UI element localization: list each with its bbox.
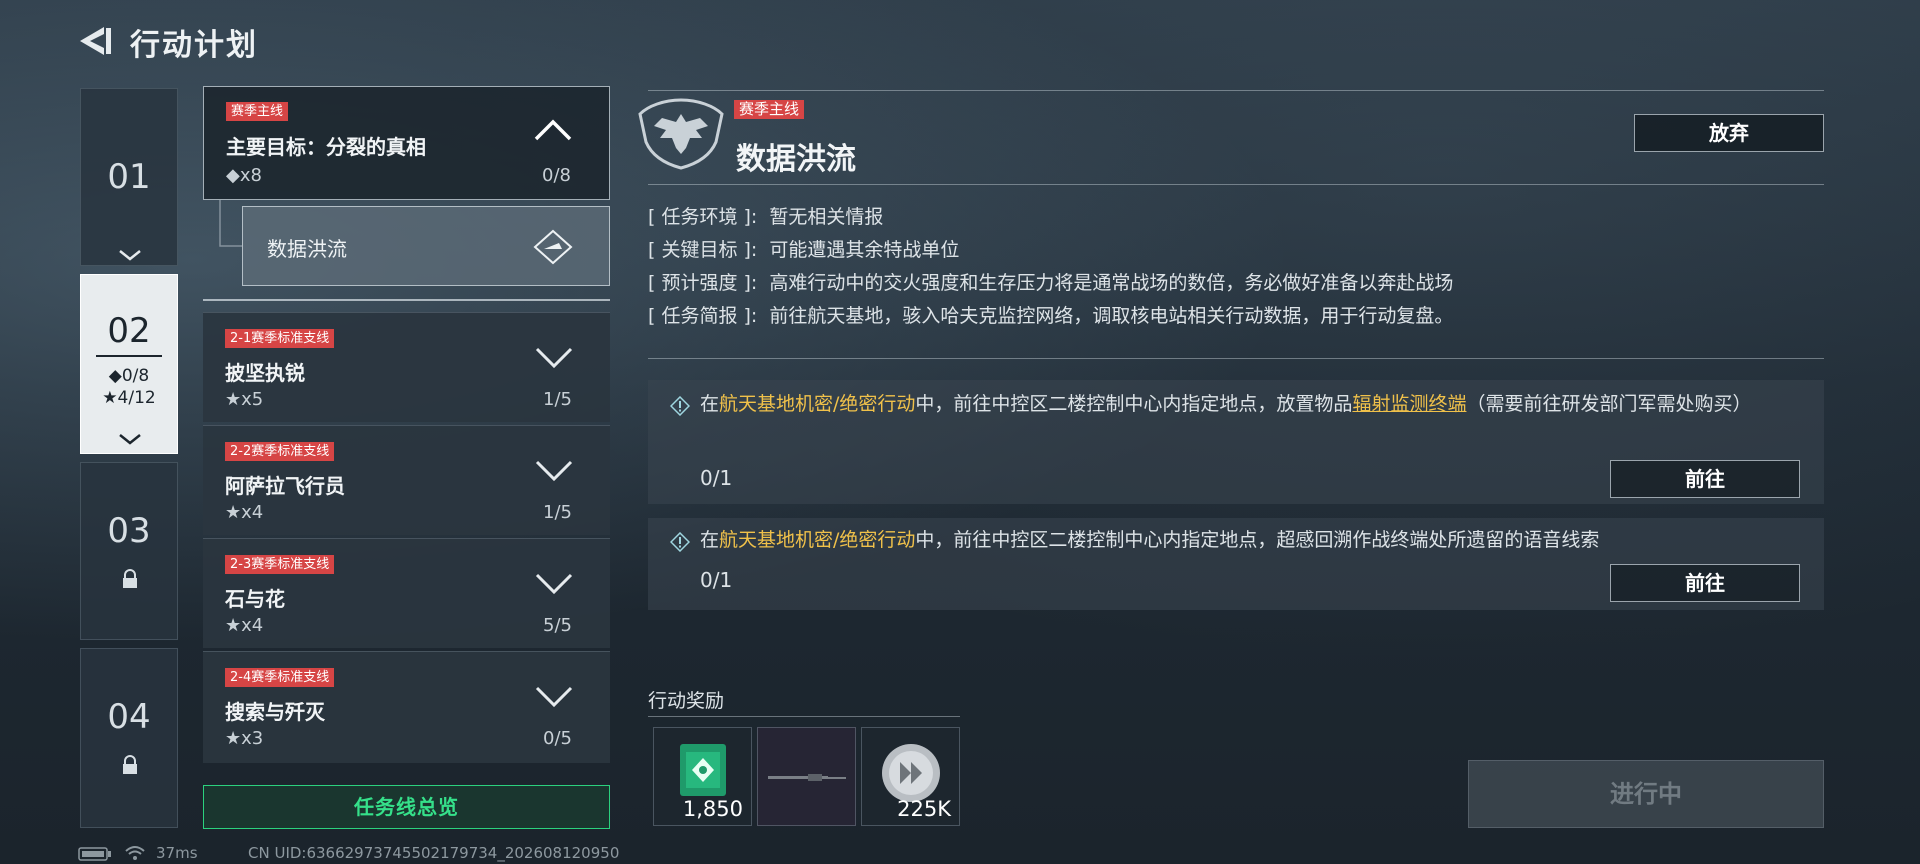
- page-title: 行动计划: [130, 28, 258, 63]
- top-divider: [648, 90, 1824, 91]
- back-arrow-icon[interactable]: [76, 22, 116, 60]
- mission-progress: 0/5: [543, 728, 572, 749]
- mission-difficulty: [ 预计强度 ]: 高难行动中的交火强度和生存压力将是通常战场的数倍，务必做好准…: [648, 272, 1454, 294]
- chapter-tab-01[interactable]: 01: [80, 88, 178, 266]
- chevron-down-icon[interactable]: [534, 345, 574, 371]
- ping-readout: 37ms: [156, 844, 198, 862]
- chapter-tab-03[interactable]: 03: [80, 462, 178, 640]
- chevron-down-icon: [119, 250, 141, 261]
- reward-slot[interactable]: 1,850: [653, 727, 752, 826]
- objective-progress: 0/1: [700, 466, 733, 490]
- info-diamond-icon: [670, 396, 690, 416]
- main-mission-card[interactable]: 赛季主线 主要目标：分裂的真相 ◆x8 0/8: [203, 86, 610, 200]
- mission-tag: 2-1赛季标准支线: [225, 329, 335, 348]
- mission-tag: 2-2赛季标准支线: [225, 442, 335, 461]
- chevron-down-icon[interactable]: [534, 684, 574, 710]
- chapter-tab-04[interactable]: 04: [80, 648, 178, 828]
- header-divider: [648, 184, 1824, 185]
- lock-icon: [123, 569, 137, 588]
- mission-reward-count: ★x5: [225, 389, 264, 410]
- mission-title: 石与花: [225, 587, 285, 611]
- uid-readout: CN UID:6366297374550217973​4_20260812095…: [248, 844, 620, 862]
- rifle-icon: [768, 774, 846, 781]
- mission-key-target: [ 关键目标 ]: 可能遭遇其余特战单位: [648, 239, 960, 261]
- mission-progress: 5/5: [543, 615, 572, 636]
- side-mission-card[interactable]: 2-4赛季标准支线 搜索与歼灭 ★x3 0/5: [203, 651, 610, 763]
- chevron-down-icon[interactable]: [534, 571, 574, 597]
- list-divider: [203, 299, 610, 301]
- mission-tag: 2-4赛季标准支线: [225, 668, 335, 687]
- chapter-tab-02[interactable]: 02 ◆0/8 ★4/12: [80, 274, 178, 454]
- go-button[interactable]: 前往: [1610, 564, 1800, 602]
- reward-quantity: 225K: [897, 797, 951, 821]
- chevron-up-icon[interactable]: [533, 117, 573, 143]
- reward-slot[interactable]: [757, 727, 856, 826]
- objective-progress: 0/1: [700, 568, 733, 592]
- reward-slot[interactable]: 225K: [861, 727, 960, 826]
- objective-text: 在航天基地机密/绝密行动中，前往中控区二楼控制中心内指定地点，超感回溯作战终端处…: [700, 529, 1600, 551]
- mission-overview-button[interactable]: 任务线总览: [203, 785, 610, 829]
- mission-briefing: [ 任务简报 ]: 前往航天基地，骇入哈夫克监控网络，调取核电站相关行动数据，用…: [648, 305, 1454, 327]
- mission-progress: 1/5: [543, 502, 572, 523]
- go-button[interactable]: 前往: [1610, 460, 1800, 498]
- chapter-star-count: ★4/12: [102, 388, 156, 408]
- mission-detail-title: 数据洪流: [736, 142, 856, 177]
- side-mission-card[interactable]: 2-1赛季标准支线 披坚执锐 ★x5 1/5: [203, 312, 610, 422]
- rewards-divider: [648, 716, 960, 717]
- mission-reward-count: ★x3: [225, 728, 264, 749]
- side-mission-card[interactable]: 2-3赛季标准支线 石与花 ★x4 5/5: [203, 538, 610, 648]
- mission-tag: 赛季主线: [734, 100, 805, 119]
- sub-mission-title: 数据洪流: [267, 237, 347, 261]
- mission-title: 阿萨拉飞行员: [225, 474, 345, 498]
- silver-coin-icon: [882, 744, 940, 802]
- abandon-button[interactable]: 放弃: [1634, 114, 1824, 152]
- mission-environment: [ 任务环境 ]: 暂无相关情报: [648, 206, 884, 228]
- eagle-emblem-icon: [638, 98, 724, 170]
- reward-quantity: 1,850: [682, 797, 743, 821]
- diamond-marker-icon: [533, 229, 573, 265]
- battery-icon: [78, 847, 111, 861]
- mission-tag: 赛季主线: [226, 102, 289, 121]
- tree-connector: [219, 200, 242, 247]
- green-crate-icon: [680, 744, 726, 796]
- chevron-down-icon[interactable]: [534, 458, 574, 484]
- mission-progress: 0/8: [542, 165, 571, 186]
- divider: [96, 355, 162, 357]
- chapter-number: 03: [107, 511, 151, 551]
- mission-title: 搜索与歼灭: [225, 700, 325, 724]
- mission-tag: 2-3赛季标准支线: [225, 555, 335, 574]
- mission-reward-count: ★x4: [225, 502, 264, 523]
- chapter-diamond-count: ◆0/8: [108, 366, 150, 386]
- item-link[interactable]: 辐射监测终端: [1352, 393, 1466, 415]
- side-mission-card[interactable]: 2-2赛季标准支线 阿萨拉飞行员 ★x4 1/5: [203, 425, 610, 535]
- chapter-number: 01: [107, 157, 151, 197]
- detail-divider: [648, 358, 1824, 359]
- chapter-number: 02: [107, 311, 151, 351]
- chevron-down-icon: [119, 434, 141, 445]
- in-progress-button: 进行中: [1468, 760, 1824, 828]
- sub-mission-item[interactable]: 数据洪流: [242, 206, 610, 286]
- objective-text: 在航天基地机密/绝密行动中，前往中控区二楼控制中心内指定地点，放置物品辐射监测终…: [700, 393, 1752, 415]
- wifi-icon: [125, 846, 145, 860]
- mission-title: 主要目标：分裂的真相: [226, 135, 426, 159]
- rewards-label: 行动奖励: [648, 690, 725, 712]
- mission-title: 披坚执锐: [225, 361, 305, 385]
- objective-item: 在航天基地机密/绝密行动中，前往中控区二楼控制中心内指定地点，超感回溯作战终端处…: [648, 518, 1824, 610]
- mission-reward-count: ★x4: [225, 615, 264, 636]
- chapter-number: 04: [107, 697, 151, 737]
- info-diamond-icon: [670, 532, 690, 552]
- mission-reward-count: ◆x8: [226, 165, 262, 186]
- lock-icon: [123, 755, 137, 774]
- mission-progress: 1/5: [543, 389, 572, 410]
- objective-item: 在航天基地机密/绝密行动中，前往中控区二楼控制中心内指定地点，放置物品辐射监测终…: [648, 380, 1824, 504]
